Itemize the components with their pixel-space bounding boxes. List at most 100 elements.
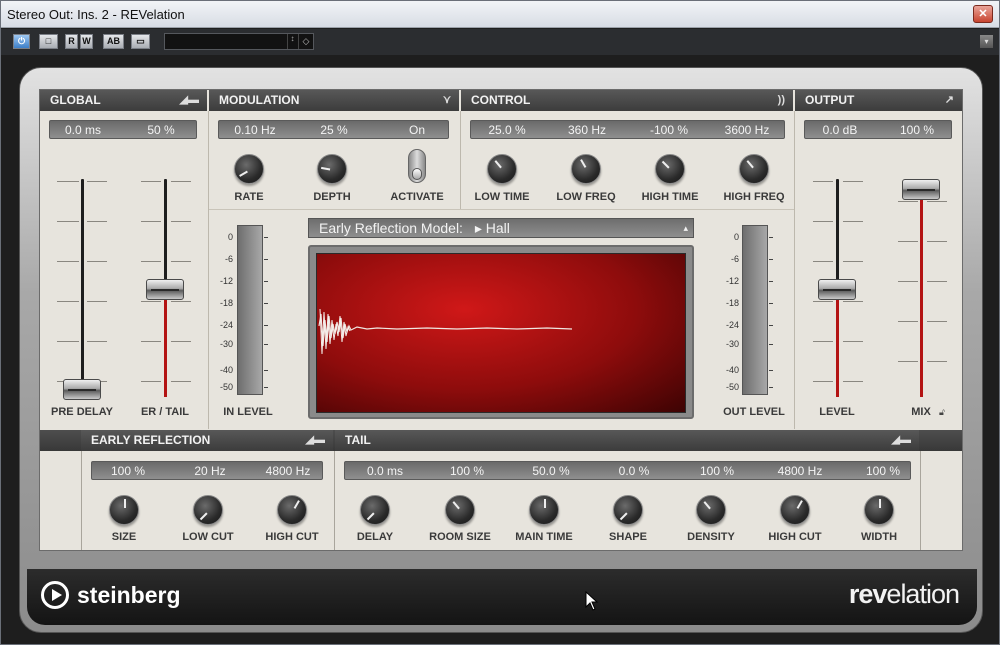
scale-tick	[813, 261, 833, 262]
global-header: GLOBAL ◢▬	[40, 90, 207, 111]
options-menu-icon[interactable]: ▾	[980, 35, 993, 48]
low-cut-knob[interactable]	[193, 495, 223, 525]
play-triangle-icon: ▸	[474, 220, 482, 236]
output-header-label: OUTPUT	[805, 93, 855, 107]
meter-tick	[264, 344, 268, 345]
sound-waves-icon: ))	[777, 94, 785, 106]
modulation-value-display: 0.10 Hz 25 % On	[218, 120, 449, 139]
meter-scale-label: -30	[219, 339, 233, 349]
scale-tick	[927, 281, 947, 282]
scale-tick	[87, 221, 107, 222]
scale-tick	[813, 381, 833, 382]
meter-scale-label: -18	[219, 298, 233, 308]
high-time-knob[interactable]	[655, 154, 685, 184]
er-high-cut-knob[interactable]	[277, 495, 307, 525]
tail-delay-knob[interactable]	[360, 495, 390, 525]
divider	[794, 111, 795, 429]
scale-tick	[843, 381, 863, 382]
meter-scale-label: -12	[219, 276, 233, 286]
meter-tick	[264, 370, 268, 371]
mix-track[interactable]	[920, 179, 923, 397]
scale-tick	[898, 241, 918, 242]
preset-field[interactable]: ↕ ◇	[164, 33, 314, 50]
room-size-knob[interactable]	[445, 495, 475, 525]
steinberg-logo-icon	[41, 581, 69, 609]
main-time-value: 50.0 %	[532, 464, 570, 478]
scale-tick	[171, 301, 191, 302]
ab-compare-button[interactable]: AB	[103, 34, 124, 49]
depth-knob[interactable]	[317, 154, 347, 184]
power-button[interactable]: ⏻	[13, 34, 30, 49]
tail-value-display: 0.0 ms 100 % 50.0 % 0.0 % 100 % 4800 Hz …	[344, 461, 911, 480]
settings-button[interactable]: ▭	[131, 34, 150, 49]
meter-tick	[769, 303, 773, 304]
scale-tick	[141, 381, 161, 382]
high-freq-knob[interactable]	[739, 154, 769, 184]
activate-value: On	[408, 123, 425, 137]
scale-tick	[927, 201, 947, 202]
rate-knob[interactable]	[234, 154, 264, 184]
bypass-button[interactable]: □	[39, 34, 58, 49]
scale-tick	[171, 341, 191, 342]
preset-menu-icon[interactable]: ◇	[298, 34, 313, 49]
low-time-knob[interactable]	[487, 154, 517, 184]
scale-tick	[57, 301, 79, 302]
size-knob[interactable]	[109, 495, 139, 525]
shape-knob[interactable]	[613, 495, 643, 525]
early-reflection-header-label: EARLY REFLECTION	[91, 433, 211, 447]
rate-value: 0.10 Hz	[234, 123, 276, 137]
in-level-meter	[237, 225, 263, 395]
low-freq-knob[interactable]	[571, 154, 601, 184]
pre-delay-track[interactable]	[81, 179, 84, 397]
mouse-cursor-icon	[585, 591, 599, 611]
read-button[interactable]: R	[65, 34, 78, 49]
plugin-window: Stereo Out: Ins. 2 - REVelation ✕ ⏻ □ R …	[0, 0, 1000, 645]
main-time-knob[interactable]	[529, 495, 559, 525]
tail-high-cut-knob[interactable]	[780, 495, 810, 525]
meter-tick	[769, 259, 773, 260]
width-knob[interactable]	[864, 495, 894, 525]
activate-switch[interactable]	[408, 149, 426, 183]
er-tail-fader[interactable]	[146, 279, 184, 300]
output-level-fader[interactable]	[818, 279, 856, 300]
close-icon[interactable]: ✕	[973, 5, 993, 23]
meter-scale-label: -50	[219, 382, 233, 392]
scale-tick	[87, 261, 107, 262]
meter-tick	[264, 237, 268, 238]
density-value: 100 %	[699, 464, 735, 478]
divider	[209, 209, 794, 210]
scale-tick	[171, 261, 191, 262]
low-freq-value: 360 Hz	[567, 123, 607, 137]
scale-tick	[898, 321, 918, 322]
meter-scale-label: 0	[733, 232, 739, 242]
mix-fader[interactable]	[902, 179, 940, 200]
meter-tick	[769, 370, 773, 371]
scale-tick	[57, 261, 79, 262]
density-knob[interactable]	[696, 495, 726, 525]
scale-tick	[813, 181, 833, 182]
unlock-icon[interactable]: 🔓︎	[939, 407, 945, 418]
early-reflection-model-dropdown[interactable]: Early Reflection Model: ▸ Hall ▴	[308, 218, 694, 238]
scale-tick	[87, 301, 107, 302]
scale-tick	[171, 381, 191, 382]
early-reflection-header: EARLY REFLECTION ◢▬	[81, 430, 333, 451]
meter-scale-label: -6	[224, 254, 233, 264]
high-freq-value: 3600 Hz	[724, 123, 770, 137]
control-header-label: CONTROL	[471, 93, 531, 107]
scale-tick	[898, 281, 918, 282]
product-name-rest: elation	[886, 579, 960, 609]
meter-scale-label: -24	[725, 320, 739, 330]
write-button[interactable]: W	[80, 34, 93, 49]
preset-arrows-icon[interactable]: ↕	[287, 34, 297, 49]
impulse-waveform	[318, 308, 573, 355]
pre-delay-fader[interactable]	[63, 379, 101, 400]
chevron-up-icon: ▴	[683, 223, 688, 233]
early-reflection-value-display: 100 % 20 Hz 4800 Hz	[91, 461, 323, 480]
width-value: 100 %	[865, 464, 901, 478]
title-bar[interactable]: Stereo Out: Ins. 2 - REVelation ✕	[1, 1, 999, 28]
meter-tick	[769, 237, 773, 238]
window-title: Stereo Out: Ins. 2 - REVelation	[7, 7, 185, 22]
mix-label: MIX	[911, 406, 931, 418]
meter-scale-label: -6	[730, 254, 739, 264]
scale-tick	[57, 221, 79, 222]
